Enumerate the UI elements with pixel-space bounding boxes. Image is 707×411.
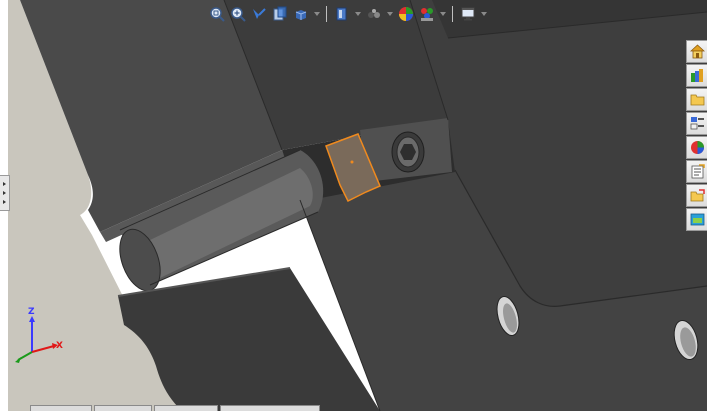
display-manager-icon bbox=[690, 213, 704, 226]
task-pane-tabs bbox=[686, 40, 707, 231]
graphics-area[interactable]: Z X bbox=[0, 0, 707, 411]
hide-show-items-dropdown[interactable] bbox=[385, 4, 394, 24]
bottom-tab[interactable] bbox=[94, 405, 152, 411]
task-tab-custom-properties[interactable] bbox=[686, 160, 707, 183]
resources-home-icon bbox=[689, 44, 705, 59]
expand-arrow-icon bbox=[3, 182, 6, 186]
bottom-tab[interactable] bbox=[30, 405, 92, 411]
bottom-tab-strip bbox=[30, 405, 322, 411]
previous-view-icon bbox=[252, 8, 266, 19]
custom-properties-icon bbox=[691, 164, 705, 179]
task-tab-view-palette[interactable] bbox=[686, 112, 707, 135]
view-orientation-button[interactable] bbox=[291, 4, 310, 24]
task-tab-design-library[interactable] bbox=[686, 64, 707, 87]
hide-show-items-button[interactable] bbox=[364, 4, 383, 24]
reference-triad: Z X bbox=[12, 308, 72, 368]
previous-view-button[interactable] bbox=[249, 4, 268, 24]
view-orientation-icon bbox=[295, 10, 306, 20]
zoom-to-fit-icon bbox=[209, 7, 225, 22]
section-view-button[interactable] bbox=[270, 4, 289, 24]
task-tab-open-folder[interactable] bbox=[686, 184, 707, 207]
section-view-icon bbox=[273, 6, 286, 21]
apply-scene-button[interactable] bbox=[417, 4, 436, 24]
display-style-icon bbox=[336, 7, 346, 21]
expand-arrow-icon bbox=[3, 191, 6, 195]
view-settings-button[interactable] bbox=[458, 4, 477, 24]
triad-axes bbox=[15, 316, 58, 363]
view-palette-icon bbox=[690, 117, 704, 130]
triad-z-label: Z bbox=[28, 307, 35, 317]
task-tab-file-explorer[interactable] bbox=[686, 88, 707, 111]
apply-scene-dropdown[interactable] bbox=[438, 4, 447, 24]
view-orientation-dropdown[interactable] bbox=[312, 4, 321, 24]
task-tab-display-manager[interactable] bbox=[686, 208, 707, 231]
model-scene[interactable] bbox=[0, 0, 707, 411]
appearances-scenes-icon bbox=[690, 141, 704, 154]
feature-tree-flyout-toggle[interactable] bbox=[0, 175, 10, 211]
view-settings-dropdown[interactable] bbox=[479, 4, 488, 24]
view-settings-icon bbox=[461, 7, 474, 21]
design-library-icon bbox=[690, 69, 703, 82]
bottom-tab[interactable] bbox=[220, 405, 320, 411]
edit-appearance-button[interactable] bbox=[396, 4, 415, 24]
toolbar-separator bbox=[326, 6, 327, 22]
triad-x-label: X bbox=[56, 341, 63, 351]
zoom-to-fit-button[interactable] bbox=[207, 4, 226, 24]
display-style-button[interactable] bbox=[332, 4, 351, 24]
bottom-tab[interactable] bbox=[154, 405, 218, 411]
open-folder-icon bbox=[690, 189, 705, 202]
apply-scene-icon bbox=[420, 8, 433, 21]
display-style-dropdown[interactable] bbox=[353, 4, 362, 24]
zoom-to-area-button[interactable] bbox=[228, 4, 247, 24]
toolbar-separator bbox=[452, 6, 453, 22]
file-explorer-icon bbox=[690, 94, 704, 106]
hide-show-items-icon bbox=[367, 9, 380, 18]
task-tab-appearances[interactable] bbox=[686, 136, 707, 159]
heads-up-view-toolbar bbox=[207, 2, 488, 26]
zoom-to-area-icon bbox=[230, 7, 246, 22]
expand-arrow-icon bbox=[3, 200, 6, 204]
task-tab-resources[interactable] bbox=[686, 40, 707, 63]
edit-appearance-icon bbox=[398, 7, 413, 21]
